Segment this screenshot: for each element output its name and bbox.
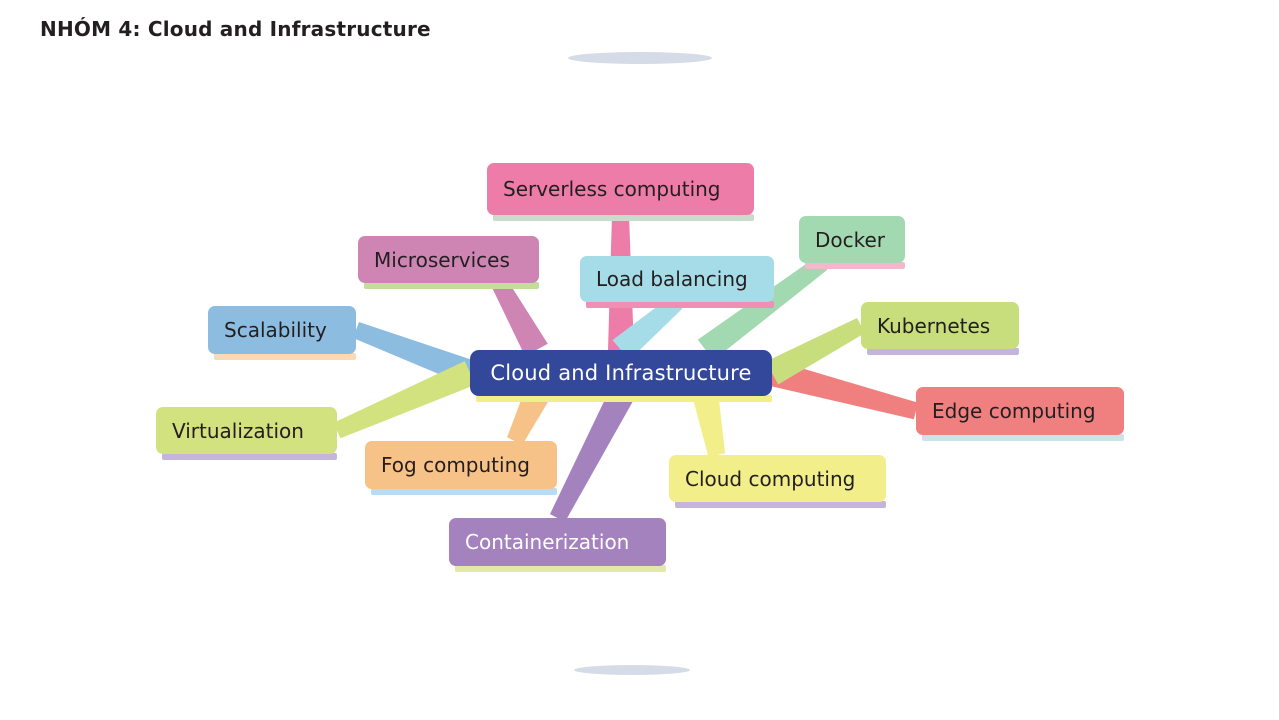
node-cloud-computing[interactable]: Cloud computing (669, 455, 886, 502)
center-node-shadow (476, 395, 772, 402)
node-serverless-computing-shadow (493, 214, 754, 221)
node-microservices-label: Microservices (374, 247, 510, 272)
center-node[interactable]: Cloud and Infrastructure (470, 350, 772, 396)
node-containerization[interactable]: Containerization (449, 518, 666, 566)
node-kubernetes-label: Kubernetes (877, 313, 991, 338)
node-docker-label: Docker (815, 227, 886, 252)
node-containerization-label: Containerization (465, 530, 630, 554)
node-edge-computing[interactable]: Edge computing (916, 387, 1124, 435)
node-virtualization-shadow (162, 453, 337, 460)
node-load-balancing[interactable]: Load balancing (580, 256, 774, 302)
top-lens (568, 52, 712, 64)
node-serverless-computing-label: Serverless computing (503, 177, 721, 201)
node-scalability[interactable]: Scalability (208, 306, 356, 354)
node-edge-computing-label: Edge computing (932, 399, 1096, 423)
node-load-balancing-label: Load balancing (596, 267, 748, 291)
node-virtualization-label: Virtualization (172, 418, 304, 443)
node-virtualization[interactable]: Virtualization (156, 407, 337, 454)
node-fog-computing[interactable]: Fog computing (365, 441, 557, 489)
connector-cloud-computing (692, 393, 726, 457)
node-docker-shadow (805, 262, 905, 269)
node-edge-computing-shadow (922, 434, 1124, 441)
node-fog-computing-shadow (371, 488, 557, 495)
node-kubernetes-shadow (867, 348, 1019, 355)
connector-containerization (550, 390, 633, 522)
node-microservices-shadow (364, 282, 539, 289)
bottom-lens (574, 665, 690, 675)
node-containerization-shadow (455, 565, 666, 572)
node-cloud-computing-shadow (675, 501, 886, 508)
connector-virtualization (333, 361, 476, 439)
node-load-balancing-shadow (586, 301, 774, 308)
node-cloud-computing-label: Cloud computing (685, 466, 856, 491)
node-scalability-label: Scalability (224, 318, 327, 342)
node-microservices[interactable]: Microservices (358, 236, 539, 283)
node-scalability-shadow (214, 353, 356, 360)
center-node-label: Cloud and Infrastructure (490, 361, 752, 385)
node-fog-computing-label: Fog computing (381, 453, 530, 477)
node-docker[interactable]: Docker (799, 216, 905, 263)
connector-microservices (491, 278, 548, 357)
node-serverless-computing[interactable]: Serverless computing (487, 163, 754, 215)
node-kubernetes[interactable]: Kubernetes (861, 302, 1019, 349)
slide-canvas: NHÓM 4: Cloud and Infrastructure Serverl… (0, 0, 1279, 720)
